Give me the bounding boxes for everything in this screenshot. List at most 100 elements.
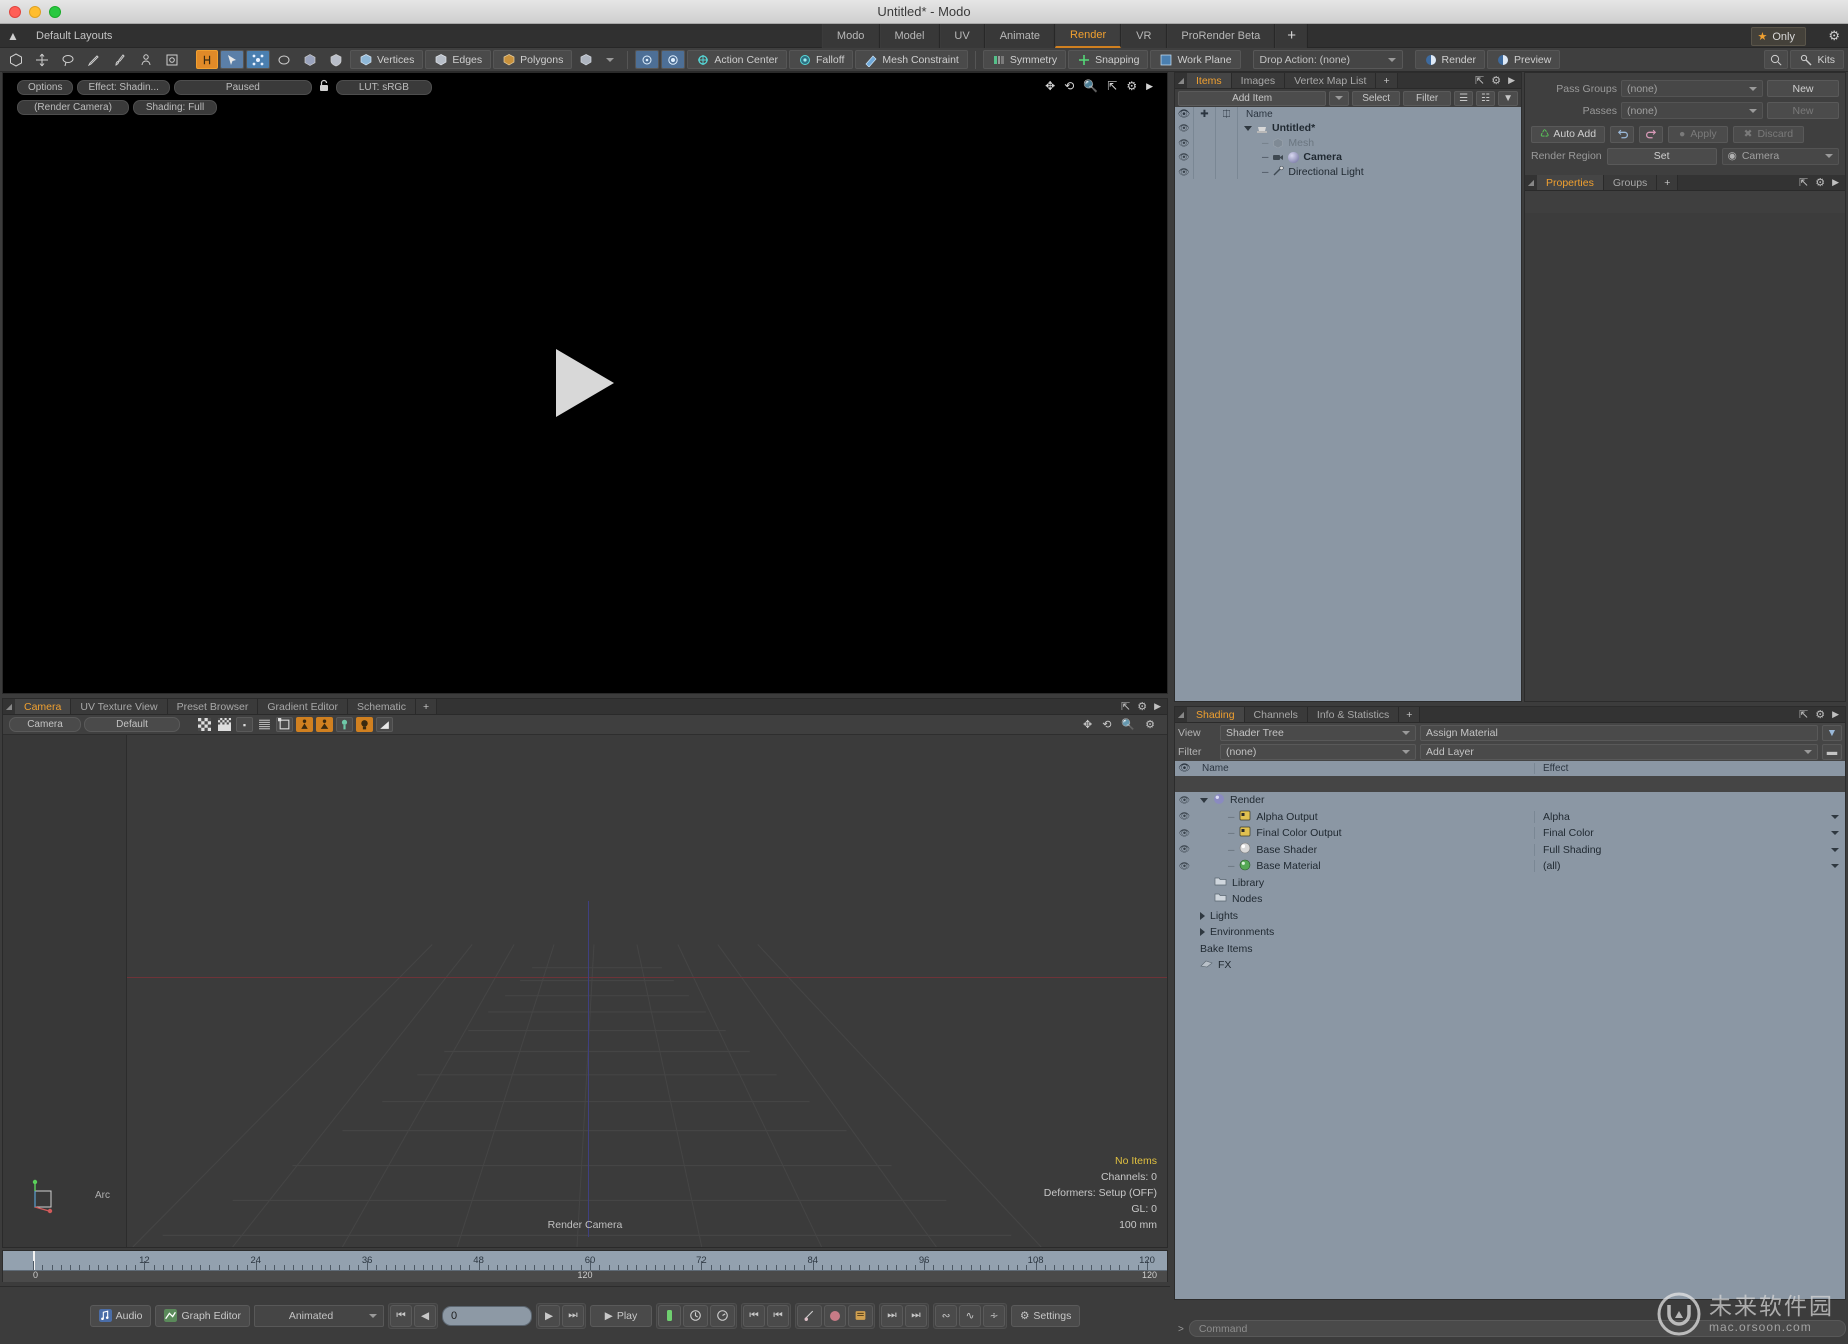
cube-icon[interactable]	[4, 50, 28, 69]
grid-icon[interactable]	[216, 717, 233, 732]
shader-row-effect-cell[interactable]: Alpha	[1534, 811, 1845, 823]
chevron-down-icon[interactable]	[1831, 815, 1839, 819]
tab-model[interactable]: Model	[879, 24, 939, 48]
zoom-icon[interactable]: 🔍	[1083, 79, 1098, 93]
lasso-icon[interactable]	[56, 50, 80, 69]
timeline[interactable]: 1224364860728496108120 0 120 120	[2, 1250, 1168, 1282]
tab-shading[interactable]: Shading	[1187, 707, 1245, 722]
shader-tree-row[interactable]: 👁─Base ShaderFull Shading	[1175, 842, 1845, 859]
tree-row-directional-light[interactable]: 👁 ─ Directional Light	[1175, 165, 1521, 180]
list-view-icon[interactable]: ☰	[1454, 91, 1473, 106]
selection-mode-vertices[interactable]: Vertices	[350, 50, 423, 69]
falloff-button[interactable]: Falloff	[789, 50, 853, 69]
gear-icon[interactable]: ⚙	[1137, 700, 1147, 713]
key-first-icon[interactable]: ⏮	[767, 1305, 789, 1327]
eye-icon[interactable]: 👁	[1175, 136, 1194, 151]
tab-properties[interactable]: Properties	[1537, 175, 1604, 190]
shader-view-dropdown[interactable]: Shader Tree	[1220, 725, 1416, 741]
curve-b-icon[interactable]: ∿	[959, 1305, 981, 1327]
skip-end-icon[interactable]: ⏭	[562, 1305, 584, 1327]
tab-uv-texture-view[interactable]: UV Texture View	[71, 699, 167, 714]
shader-tree-row[interactable]: Library	[1175, 875, 1845, 892]
tab-animate[interactable]: Animate	[985, 24, 1055, 48]
clock-a-icon[interactable]	[683, 1305, 708, 1327]
camera-style-dropdown[interactable]: Default	[84, 717, 180, 732]
tab-groups[interactable]: Groups	[1604, 175, 1657, 190]
current-frame-field[interactable]: 0	[442, 1306, 532, 1326]
add-tab-button[interactable]: +	[1376, 73, 1397, 88]
chevron-down-icon[interactable]	[1831, 848, 1839, 852]
options-button[interactable]: Options	[17, 80, 73, 95]
tab-render[interactable]: Render	[1055, 24, 1121, 48]
tab-items[interactable]: Items	[1187, 73, 1232, 88]
orientation-gizmo[interactable]	[25, 1177, 63, 1215]
border-icon[interactable]	[276, 717, 293, 732]
chevron-down-icon[interactable]	[600, 50, 620, 69]
mesh-constraint-button[interactable]: Mesh Constraint	[855, 50, 967, 69]
search-icon[interactable]	[1764, 50, 1788, 69]
tab-channels[interactable]: Channels	[1245, 707, 1308, 722]
select-pointer-icon[interactable]	[220, 50, 244, 69]
person-a-icon[interactable]	[296, 717, 313, 732]
zoom-icon[interactable]: 🔍	[1121, 718, 1135, 731]
tab-modo[interactable]: Modo	[822, 24, 880, 48]
tab-uv[interactable]: UV	[939, 24, 984, 48]
camera-3d-viewport[interactable]: Arc Render Camera No Items Channels: 0 D…	[3, 735, 1167, 1247]
undo-pass-icon[interactable]	[1610, 126, 1634, 143]
key-add-icon[interactable]	[797, 1305, 822, 1327]
effect-button[interactable]: Effect: Shadin...	[77, 80, 169, 95]
shader-tree-row[interactable]: 👁─Final Color OutputFinal Color	[1175, 825, 1845, 842]
render-region-set-button[interactable]: Set	[1607, 148, 1717, 165]
render-camera-button[interactable]: (Render Camera)	[17, 100, 129, 115]
only-badge[interactable]: ★ Only	[1751, 27, 1807, 46]
tab-images[interactable]: Images	[1232, 73, 1285, 88]
tab-schematic[interactable]: Schematic	[348, 699, 416, 714]
chevron-right-icon[interactable]: ▶	[1832, 177, 1839, 188]
command-input[interactable]: Command	[1189, 1320, 1846, 1337]
rotate-icon[interactable]: ⟲	[1064, 79, 1074, 93]
gear-icon[interactable]: ⚙	[1828, 28, 1840, 44]
pen-icon[interactable]	[82, 50, 106, 69]
checker-icon[interactable]	[196, 717, 213, 732]
render-viewport[interactable]: Options Effect: Shadin... Paused LUT: sR…	[2, 72, 1168, 694]
shader-row-effect-cell[interactable]: Full Shading	[1534, 844, 1845, 856]
tab-vr[interactable]: VR	[1121, 24, 1166, 48]
shade-icon[interactable]: ▪	[236, 717, 253, 732]
tab-gradient-editor[interactable]: Gradient Editor	[258, 699, 348, 714]
shader-row-effect-cell[interactable]: (all)	[1534, 860, 1845, 872]
add-tab-button[interactable]: +	[1657, 175, 1678, 190]
move-icon[interactable]	[30, 50, 54, 69]
auto-add-button[interactable]: ♺ Auto Add	[1531, 126, 1605, 143]
collapse-icon[interactable]: ▬	[1822, 744, 1842, 760]
lasso-select-icon[interactable]	[272, 50, 296, 69]
shader-tree-row[interactable]: 👁─Base Material(all)	[1175, 858, 1845, 875]
chevron-right-icon[interactable]: ▶	[1832, 709, 1839, 720]
wire-icon[interactable]	[256, 717, 273, 732]
eye-icon[interactable]: 👁	[1175, 763, 1194, 774]
shader-tree-row[interactable]: Environments	[1175, 924, 1845, 941]
bulb-icon[interactable]	[356, 717, 373, 732]
selection-mode-edges[interactable]: Edges	[425, 50, 491, 69]
key-delete-icon[interactable]	[824, 1305, 846, 1327]
add-item-button[interactable]: Add Item	[1178, 91, 1326, 106]
clock-b-icon[interactable]	[710, 1305, 735, 1327]
shader-tree-row[interactable]: 👁Render	[1175, 792, 1845, 809]
preview-button[interactable]: Preview	[1487, 50, 1560, 69]
eye-icon[interactable]: 👁	[1175, 121, 1194, 136]
expand-icon[interactable]: ⇱	[1799, 708, 1808, 721]
lock-icon[interactable]: ⎅	[1216, 107, 1238, 122]
play-button[interactable]: ▶ Play	[590, 1305, 652, 1327]
animation-mode-dropdown[interactable]: Animated	[254, 1305, 384, 1327]
drop-action-dropdown[interactable]: Drop Action: (none)	[1253, 50, 1403, 69]
chevron-down-icon[interactable]	[1329, 91, 1349, 106]
flag-icon[interactable]	[376, 717, 393, 732]
home-icon[interactable]: ▲	[0, 29, 26, 43]
filter-button[interactable]: Filter	[1403, 91, 1451, 106]
render-region-camera-dropdown[interactable]: ◉ Camera	[1722, 148, 1839, 165]
chevron-right-icon[interactable]: ▶	[1146, 81, 1153, 92]
eye-icon[interactable]: 👁	[1175, 165, 1194, 180]
pass-groups-new-button[interactable]: New	[1767, 80, 1839, 97]
fit-icon[interactable]: ⇱	[1107, 79, 1117, 93]
shader-tree-row[interactable]: Lights	[1175, 908, 1845, 925]
expand-icon[interactable]: ⇱	[1799, 176, 1808, 189]
